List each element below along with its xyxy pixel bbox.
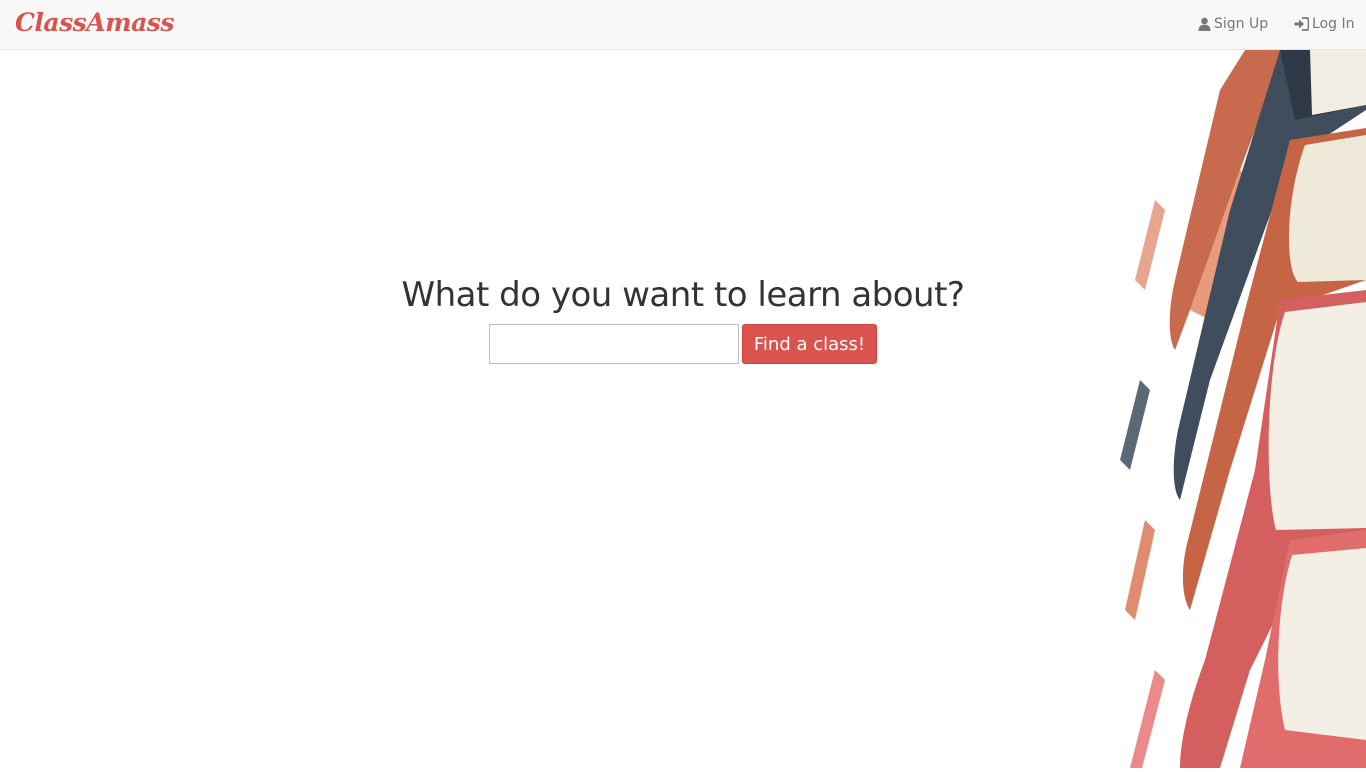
log-in-label: Log In <box>1312 16 1355 32</box>
hero-title: What do you want to learn about? <box>401 275 965 315</box>
books-decoration-image <box>1080 50 1366 768</box>
brand-logo[interactable]: ClassAmass <box>15 8 174 37</box>
user-icon <box>1198 17 1211 31</box>
search-form: Find a class! <box>489 324 877 364</box>
top-navbar: ClassAmass Sign Up Log In <box>0 0 1366 50</box>
hero-section: What do you want to learn about? <box>0 268 1366 322</box>
find-class-button[interactable]: Find a class! <box>742 324 877 364</box>
log-in-link[interactable]: Log In <box>1294 16 1354 32</box>
sign-up-link[interactable]: Sign Up <box>1198 16 1268 32</box>
class-search-input[interactable] <box>489 324 739 364</box>
sign-up-label: Sign Up <box>1214 16 1269 32</box>
log-in-icon <box>1294 17 1309 31</box>
